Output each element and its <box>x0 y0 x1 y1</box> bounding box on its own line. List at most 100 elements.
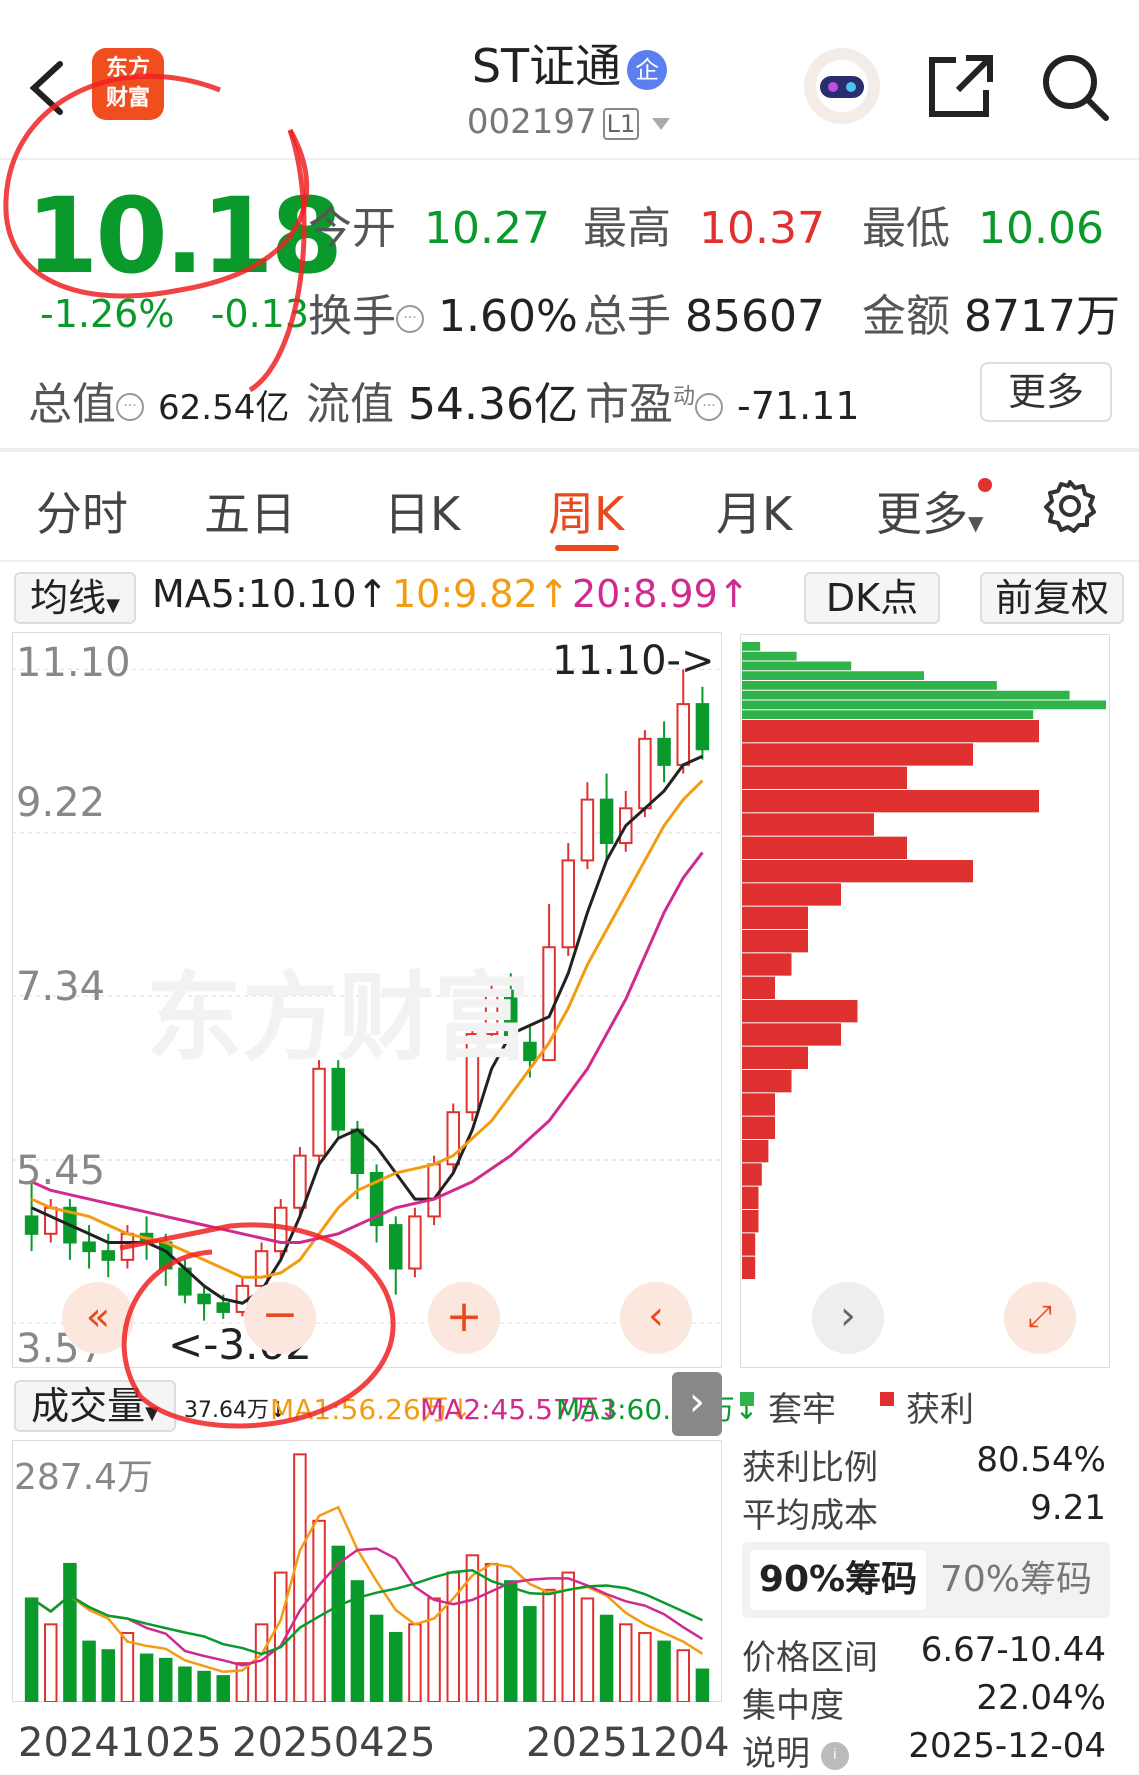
turnover-value: 1.60% <box>438 291 578 342</box>
chip-distribution-chart <box>740 634 1110 1368</box>
mktcap-field[interactable]: 总值 ··· 62.54亿 <box>28 368 289 432</box>
tab-intraday[interactable]: 分时 <box>36 478 128 544</box>
candle-body <box>82 1241 96 1253</box>
candle-body <box>695 703 710 751</box>
chevron-right-icon: › <box>840 1293 856 1339</box>
tab-more[interactable]: 更多▼ <box>876 478 983 544</box>
stock-name: ST证通 <box>471 39 622 93</box>
dk-point-button[interactable]: DK点 <box>804 572 940 624</box>
chip-profit-bar <box>742 836 907 859</box>
ma5-value: MA5:10.10↑ <box>152 572 389 616</box>
chip-loss-bar <box>742 661 852 671</box>
volume-bar <box>24 1597 39 1702</box>
price-range-label: 价格区间 <box>742 1638 878 1678</box>
tab-chip-90[interactable]: 90%筹码 <box>750 1550 926 1610</box>
volume-bar <box>484 1562 499 1702</box>
header: 东方 财富 ST证通企 002197 L1 <box>0 0 1139 158</box>
volume-bar <box>504 1580 518 1702</box>
tab-chip-70[interactable]: 70%筹码 <box>930 1550 1102 1610</box>
amount-value: 8717万 <box>964 291 1120 342</box>
volume-bar <box>139 1653 154 1702</box>
chevron-right-icon: › <box>689 1379 705 1425</box>
minus-icon: − <box>261 1289 299 1340</box>
divider <box>0 560 1139 562</box>
info-icon[interactable]: ··· <box>396 305 424 333</box>
volume-bar <box>178 1666 192 1702</box>
watermark: 东方财富 <box>146 962 530 1074</box>
chip-profit-bar <box>742 860 973 883</box>
expand-indicators-button[interactable]: › <box>672 1372 722 1436</box>
candle-body <box>638 737 652 810</box>
candle-body <box>44 1206 58 1235</box>
info-icon[interactable]: ··· <box>695 393 724 421</box>
chip-loss-bar <box>742 642 761 651</box>
candle-body <box>599 798 614 845</box>
chip-profit-bar <box>742 906 808 929</box>
info-icon[interactable]: i <box>820 1741 849 1770</box>
price-axis-label: 7.34 <box>16 964 106 1010</box>
scroll-left-button[interactable]: ‹ <box>620 1282 692 1354</box>
float-label: 流值 <box>306 379 394 430</box>
more-quote-button[interactable]: 更多 <box>980 362 1112 422</box>
chip-profit-bar <box>742 953 792 976</box>
volume-value: 85607 <box>685 291 825 342</box>
chip-profit-bar <box>742 1186 759 1209</box>
tab-weekly-k[interactable]: 周K <box>548 478 624 544</box>
note-label-text: 说明 <box>742 1734 810 1774</box>
open-label: 今开 <box>308 203 396 254</box>
pe-field[interactable]: 市盈动 ··· -71.11 <box>585 368 860 432</box>
volume-bar <box>695 1668 710 1702</box>
candle-body <box>24 1215 39 1235</box>
chip-profit-bar <box>742 720 1039 743</box>
caret-down-icon: ▼ <box>106 595 120 616</box>
candle-body <box>197 1293 211 1305</box>
pe-sup: 动 <box>673 384 696 410</box>
stock-code: 002197 <box>466 102 597 142</box>
note-label[interactable]: 说明 i <box>742 1726 849 1775</box>
period-tabs: 分时 五日 日K 周K 月K 更多▼ <box>0 448 1139 558</box>
zoom-out-button[interactable]: − <box>244 1282 316 1354</box>
volume-label: 总手 <box>583 291 671 342</box>
price-axis-label: 5.45 <box>16 1148 106 1194</box>
indicator-selector[interactable]: 成交量▼ <box>14 1380 176 1432</box>
avg-cost-value: 9.21 <box>1030 1488 1106 1528</box>
double-chevron-left-icon: « <box>85 1294 111 1340</box>
float-field: 流值 54.36亿 <box>306 368 578 432</box>
tab-five-day[interactable]: 五日 <box>204 478 296 544</box>
volume-bar <box>619 1623 633 1702</box>
candle-body <box>120 1232 135 1261</box>
volume-bar <box>159 1657 173 1702</box>
enterprise-badge: 企 <box>627 49 668 90</box>
candle-body <box>676 703 690 766</box>
chip-next-button[interactable]: › <box>812 1282 884 1354</box>
chip-profit-bar <box>742 1000 858 1023</box>
turnover-field[interactable]: 换手 ··· 1.60% <box>308 280 578 344</box>
rewind-button[interactable]: « <box>62 1282 134 1354</box>
notification-dot <box>978 478 992 492</box>
volume-bar <box>408 1623 422 1702</box>
float-value: 54.36亿 <box>408 379 578 430</box>
tab-monthly-k[interactable]: 月K <box>716 478 792 544</box>
turnover-label: 换手 <box>308 291 396 342</box>
chip-profit-bar <box>742 1163 762 1186</box>
indicator-label: 成交量 <box>31 1384 146 1428</box>
chip-profit-bar <box>742 1140 769 1163</box>
chip-loss-bar <box>742 651 797 661</box>
note-date: 2025-12-04 <box>908 1726 1106 1766</box>
zoom-in-button[interactable]: + <box>428 1282 500 1354</box>
info-icon[interactable]: ··· <box>116 393 144 421</box>
loss-legend-swatch <box>740 1392 754 1406</box>
caret-down-icon: ▼ <box>145 1403 159 1424</box>
gear-icon[interactable] <box>1042 478 1098 534</box>
volume-bar <box>657 1640 671 1702</box>
search-icon[interactable] <box>1040 52 1110 122</box>
adjust-button[interactable]: 前复权 <box>980 572 1124 624</box>
mktcap-label: 总值 <box>28 379 116 430</box>
vol-ma3: MA3:60.52万↓ <box>556 1393 759 1426</box>
ma-selector[interactable]: 均线▼ <box>14 572 136 624</box>
tab-daily-k[interactable]: 日K <box>384 478 460 544</box>
share-icon[interactable] <box>926 52 996 120</box>
loss-legend-label: 套牢 <box>768 1390 836 1430</box>
robot-assistant-icon[interactable] <box>802 46 882 126</box>
expand-button[interactable]: ⤢ <box>1004 1282 1076 1354</box>
